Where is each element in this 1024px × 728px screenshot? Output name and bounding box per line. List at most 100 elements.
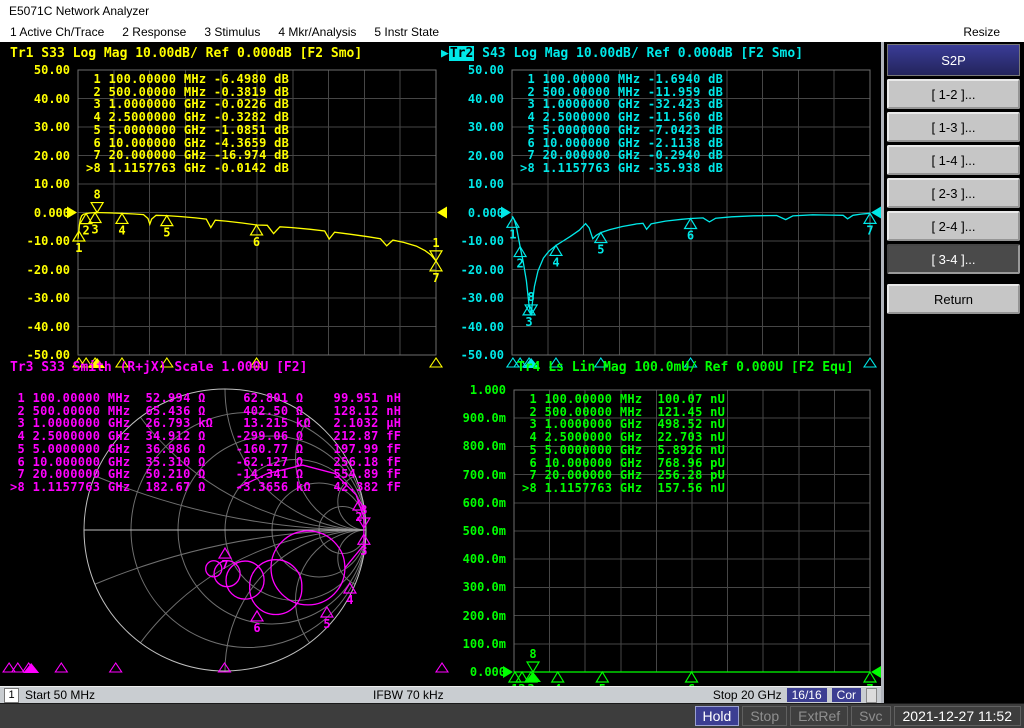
menu-stimulus[interactable]: 3 Stimulus	[204, 25, 260, 39]
marker-6[interactable]: 6	[684, 670, 699, 686]
svg-text:5: 5	[597, 243, 604, 257]
svg-text:8: 8	[360, 503, 367, 517]
hold-indicator[interactable]: Hold	[694, 706, 740, 726]
softkey-button-3-4[interactable]: [ 3-4 ]...	[887, 244, 1020, 274]
marker-5[interactable]: 5	[593, 231, 608, 257]
window-titlebar: E5071C Network Analyzer	[0, 0, 1024, 21]
y-tick-label: 40.00	[33, 91, 70, 106]
y-tick-label: -20.00	[26, 262, 70, 277]
start-frequency-label: Start 50 MHz	[25, 688, 96, 702]
y-tick-label: 0.000	[469, 665, 506, 679]
y-tick-label: 100.0m	[462, 636, 506, 651]
softkey-button-1-4[interactable]: [ 1-4 ]...	[887, 145, 1020, 175]
y-tick-label: 0.000	[33, 205, 70, 220]
svg-text:2: 2	[516, 257, 523, 271]
marker-4[interactable]: 4	[550, 670, 565, 686]
y-tick-label: -40.00	[26, 319, 70, 334]
svg-text:3: 3	[525, 315, 532, 329]
correction-badge: Cor	[831, 688, 861, 702]
svg-text:4: 4	[346, 593, 353, 607]
menu-active-ch-trace[interactable]: 1 Active Ch/Trace	[10, 25, 104, 39]
softkey-button-2-3[interactable]: [ 2-3 ]...	[887, 178, 1020, 208]
channel-number-box: 1	[4, 687, 19, 703]
stimulus-marker	[862, 357, 878, 368]
status-spare-box	[866, 687, 877, 703]
svg-text:8: 8	[528, 290, 535, 304]
marker-3[interactable]: 3	[87, 211, 103, 237]
stop-frequency-label: Stop 20 GHz	[712, 688, 782, 702]
softkey-return-button[interactable]: Return	[887, 284, 1020, 314]
trace2-marker-table: 1 100.00000 MHz -1.6940 dB 2 500.00000 M…	[520, 72, 724, 175]
svg-text:3: 3	[360, 544, 367, 558]
softkey-button-1-3[interactable]: [ 1-3 ]...	[887, 112, 1020, 142]
active-trace-arrow-icon: ▶	[441, 46, 449, 61]
svg-text:6: 6	[687, 229, 694, 243]
svg-text:1: 1	[75, 241, 82, 255]
marker-5[interactable]: 5	[319, 605, 335, 631]
stimulus-marker	[108, 662, 123, 673]
svg-text:7: 7	[221, 558, 228, 572]
trace1-title: Tr1 S33 Log Mag 10.00dB/ Ref 0.000dB [F2…	[10, 46, 363, 61]
svg-text:2: 2	[82, 224, 89, 238]
y-tick-label: 20.00	[33, 148, 70, 163]
svg-text:6: 6	[253, 621, 260, 635]
svg-text:1: 1	[509, 227, 516, 241]
marker-8[interactable]: 8	[90, 188, 105, 214]
y-tick-label: -10.00	[26, 234, 70, 248]
trace4-marker-table: 1 100.00000 MHz 100.07 nU 2 500.00000 MH…	[522, 392, 726, 495]
trace3-marker-table: 1 100.00000 MHz 52.994 Ω 62.801 Ω 99.951…	[10, 391, 402, 494]
svg-text:5: 5	[323, 617, 330, 631]
marker-7[interactable]: 7	[862, 670, 878, 686]
trace4-title: Tr4 Ls Lin Mag 100.0mU/ Ref 0.000U [F2 E…	[517, 360, 854, 375]
window-title: E5071C Network Analyzer	[9, 3, 150, 18]
y-tick-label: 30.00	[33, 120, 70, 134]
menu-instr-state[interactable]: 5 Instr State	[374, 25, 439, 39]
y-tick-label: 1.000	[469, 383, 506, 397]
y-tick-label: 700.0m	[462, 467, 506, 482]
marker-2[interactable]: 2	[79, 212, 94, 238]
menu-mkr-analysis[interactable]: 4 Mkr/Analysis	[278, 25, 356, 39]
status-bar: 1 Start 50 MHz IFBW 70 kHz Stop 20 GHz 1…	[0, 686, 881, 703]
marker-5[interactable]: 5	[159, 214, 174, 240]
y-tick-label: -30.00	[26, 291, 70, 305]
instrument-screen: E5071C Network Analyzer 1 Active Ch/Trac…	[0, 0, 1024, 728]
datetime-display: 2021-12-27 11:52	[893, 706, 1021, 726]
svg-text:4: 4	[118, 223, 125, 237]
svg-text:5: 5	[163, 226, 170, 240]
trace4-y-axis: 1.000 900.0m 800.0m 700.0m 600.0m 500.0m 400.0…	[436, 42, 508, 686]
stop-indicator: Stop	[742, 706, 788, 726]
marker-4[interactable]: 4	[114, 212, 130, 237]
svg-text:8: 8	[94, 188, 101, 202]
menu-response[interactable]: 2 Response	[122, 25, 186, 39]
trace3-title: Tr3 S33 Smith (R+jX) Scale 1.000U [F2]	[10, 360, 308, 375]
trace2-title: ▶Tr2 S43 Log Mag 10.00dB/ Ref 0.000dB [F…	[441, 46, 804, 61]
y-tick-label: 10.00	[33, 177, 70, 191]
softkey-button-2-4[interactable]: [ 2-4 ]...	[887, 211, 1020, 241]
softkey-button-1-2[interactable]: [ 1-2 ]...	[887, 79, 1020, 109]
resize-button[interactable]: Resize	[963, 25, 1014, 39]
menu-bar: 1 Active Ch/Trace 2 Response 3 Stimulus …	[0, 21, 1024, 42]
svg-text:6: 6	[253, 235, 260, 249]
y-tick-label: 900.0m	[462, 411, 506, 426]
y-tick-label: 500.0m	[462, 524, 506, 538]
marker-8[interactable]: 8	[525, 647, 541, 674]
instrument-status-bar: Hold Stop ExtRef Svc 2021-12-27 11:52	[0, 703, 1024, 728]
active-trace-badge: Tr2	[448, 46, 475, 61]
svg-text:4: 4	[552, 255, 559, 269]
y-tick-label: 300.0m	[462, 580, 506, 595]
svg-text:3: 3	[91, 223, 98, 237]
svg-text:7: 7	[866, 223, 873, 237]
softkey-panel: S2P [ 1-2 ]...[ 1-3 ]...[ 1-4 ]...[ 2-3 …	[881, 42, 1024, 703]
trace1-marker-table: 1 100.00000 MHz -6.4980 dB 2 500.00000 M…	[86, 72, 290, 175]
svc-indicator: Svc	[851, 706, 891, 726]
y-tick-label: 800.0m	[462, 439, 506, 454]
ifbw-label: IFBW 70 kHz	[373, 688, 444, 702]
softkey-header: S2P	[887, 44, 1020, 76]
marker-5[interactable]: 5	[595, 670, 610, 686]
sweep-points-badge: 16/16	[786, 688, 827, 702]
y-tick-label: 200.0m	[462, 608, 506, 623]
y-tick-label: 600.0m	[462, 495, 506, 510]
y-tick-label: 50.00	[33, 63, 70, 77]
svg-text:8: 8	[529, 647, 536, 661]
graph-area: 12345678112345678283456712345678 Tr1 S33…	[0, 42, 881, 686]
